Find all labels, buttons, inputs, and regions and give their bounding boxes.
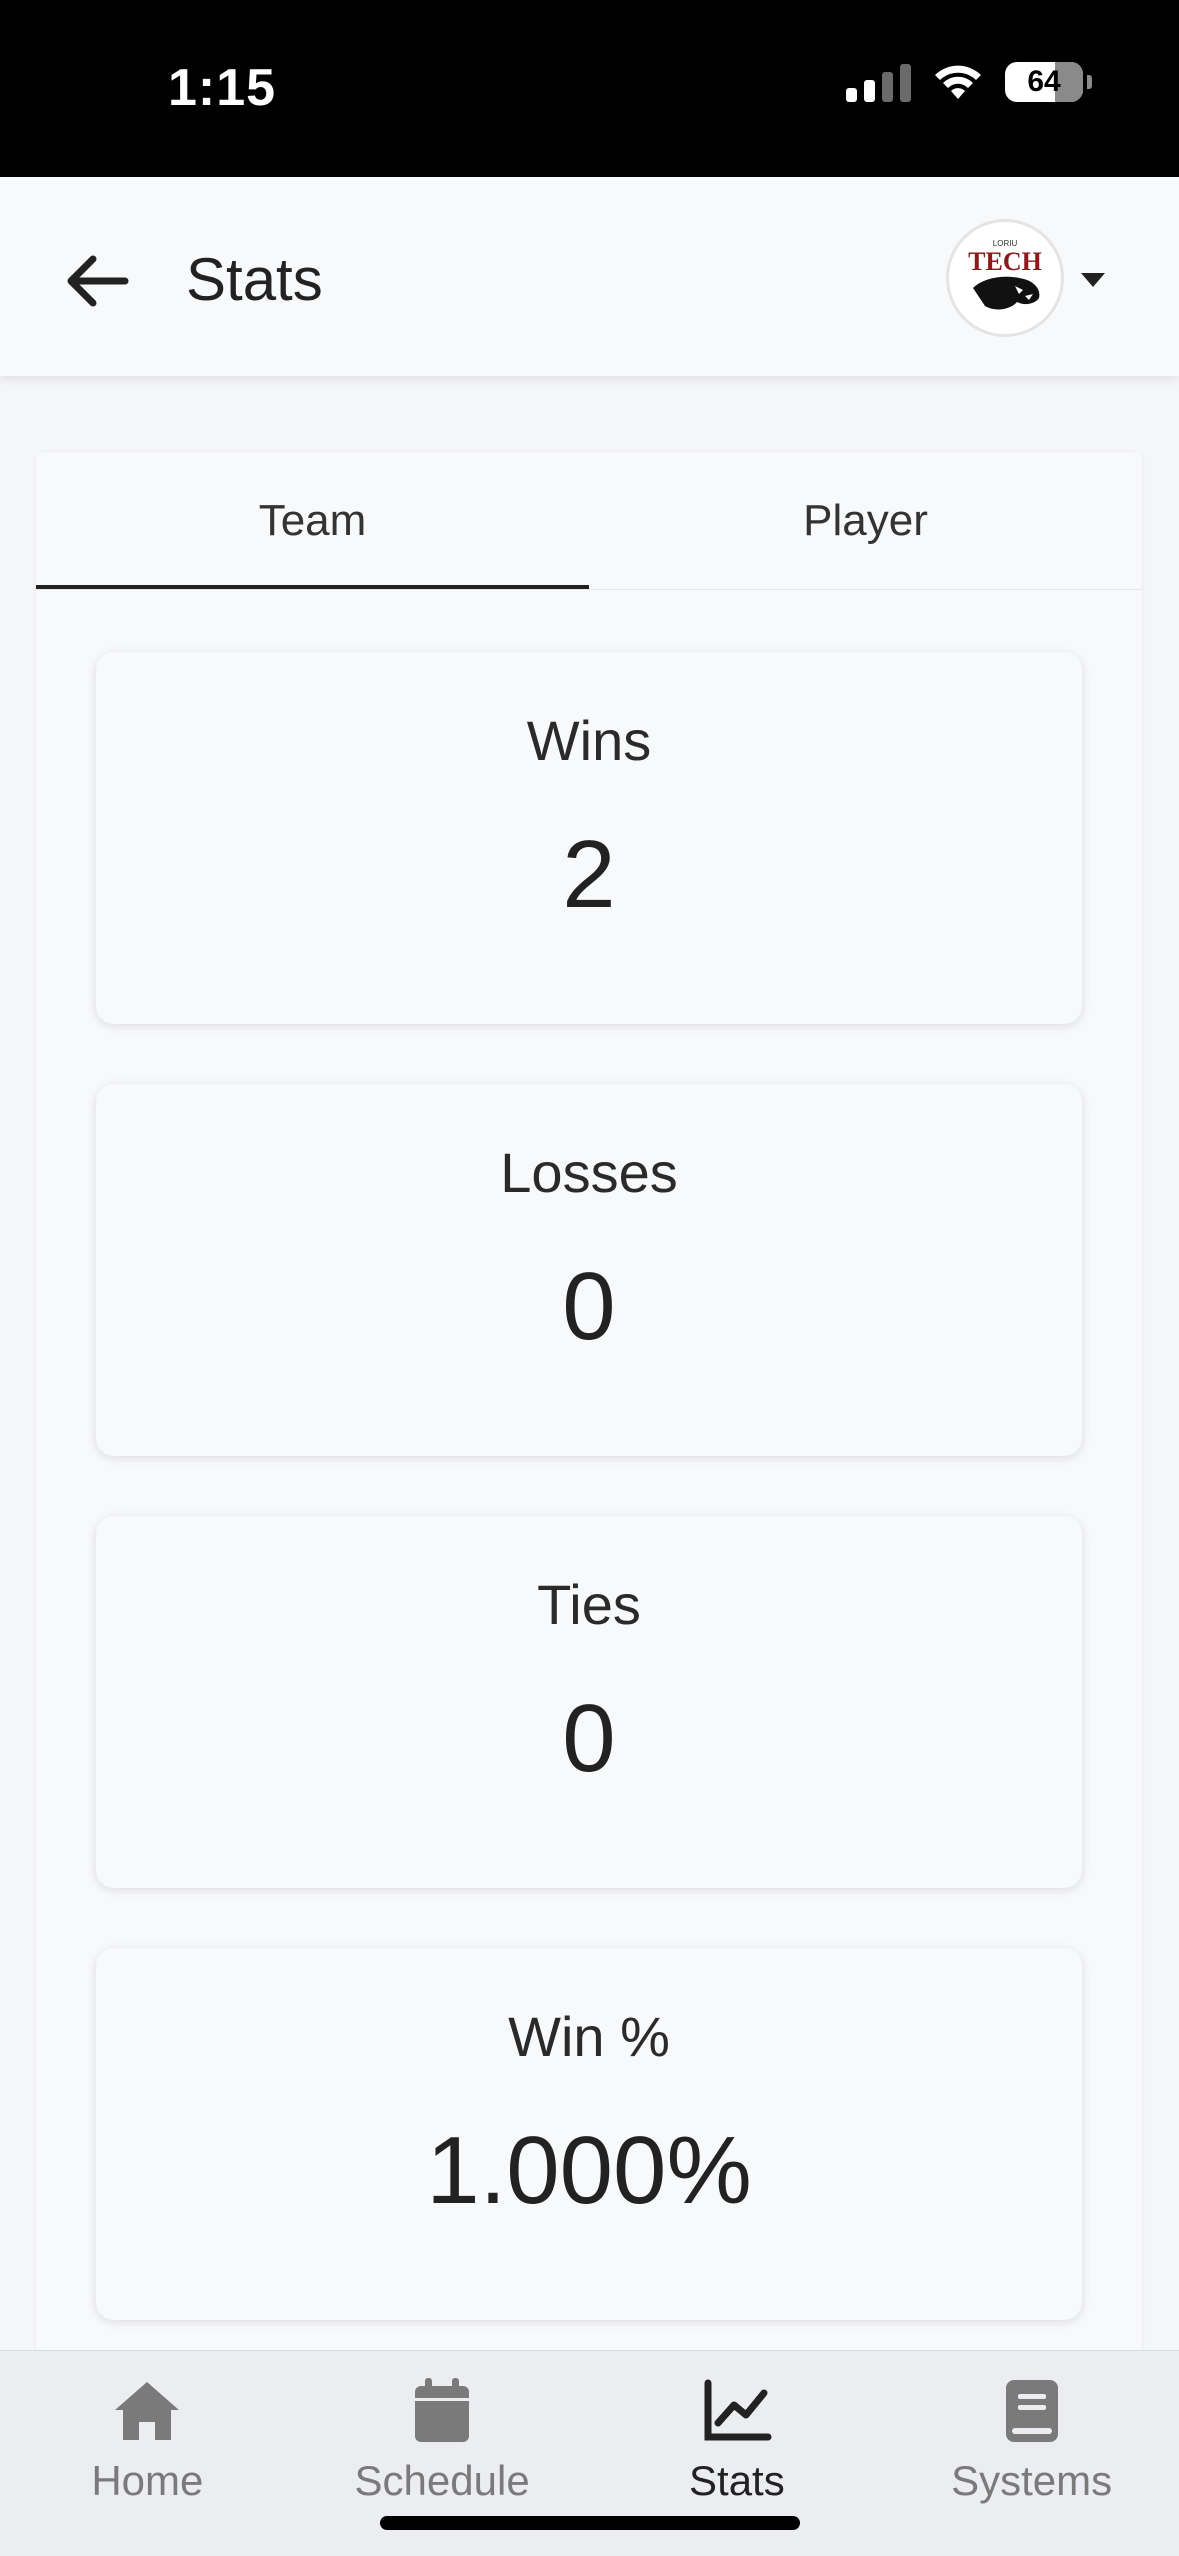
book-icon — [994, 2375, 1070, 2447]
stat-label: Ties — [537, 1573, 641, 1636]
calendar-icon — [404, 2375, 480, 2447]
nav-item-home[interactable]: Home — [0, 2351, 295, 2556]
arrow-left-icon — [67, 255, 129, 307]
stats-panel: Team Player Wins 2 Losses 0 Ties 0 Win %… — [36, 452, 1142, 2352]
stat-value: 1.000% — [426, 2117, 752, 2224]
stat-label: Wins — [526, 709, 652, 772]
tabs-divider — [36, 589, 1142, 590]
app-header: Stats LORIU TECH — [0, 177, 1179, 376]
battery-level: 64 — [1027, 65, 1061, 98]
nav-item-systems[interactable]: Systems — [884, 2351, 1179, 2556]
tab-team-label: Team — [258, 496, 367, 545]
tab-team[interactable]: Team — [36, 452, 589, 590]
nav-label: Systems — [951, 2457, 1113, 2504]
tab-player[interactable]: Player — [589, 452, 1142, 590]
stat-value: 0 — [562, 1685, 616, 1792]
stat-card-wins: Wins 2 — [96, 652, 1082, 1024]
stat-label: Win % — [508, 2005, 670, 2068]
nav-label: Stats — [689, 2457, 785, 2504]
page-title: Stats — [186, 246, 323, 313]
stat-card-losses: Losses 0 — [96, 1084, 1082, 1456]
stat-card-win-percentage: Win % 1.000% — [96, 1948, 1082, 2320]
stat-value: 0 — [562, 1253, 616, 1360]
team-logo-image: LORIU TECH — [968, 239, 1042, 310]
stats-tabs: Team Player — [36, 452, 1142, 590]
wifi-icon — [935, 65, 981, 99]
svg-text:TECH: TECH — [968, 247, 1042, 276]
stat-label: Losses — [500, 1141, 678, 1204]
cellular-signal-icon — [846, 62, 911, 102]
chart-line-icon — [699, 2375, 775, 2447]
tab-player-label: Player — [803, 496, 928, 545]
stat-card-ties: Ties 0 — [96, 1516, 1082, 1888]
status-bar: 1:15 64 — [0, 0, 1179, 177]
nav-label: Home — [91, 2457, 204, 2504]
status-icons: 64 — [846, 62, 1092, 102]
status-time: 1:15 — [168, 59, 277, 117]
nav-label: Schedule — [354, 2457, 530, 2504]
stat-value: 2 — [562, 821, 616, 928]
back-button[interactable] — [56, 241, 136, 321]
team-switcher-dropdown[interactable] — [1078, 265, 1108, 295]
home-icon — [109, 2375, 185, 2447]
battery-icon: 64 — [1005, 62, 1092, 102]
team-logo[interactable]: LORIU TECH — [946, 219, 1064, 337]
home-indicator — [380, 2516, 800, 2530]
caret-down-icon — [1081, 273, 1105, 287]
